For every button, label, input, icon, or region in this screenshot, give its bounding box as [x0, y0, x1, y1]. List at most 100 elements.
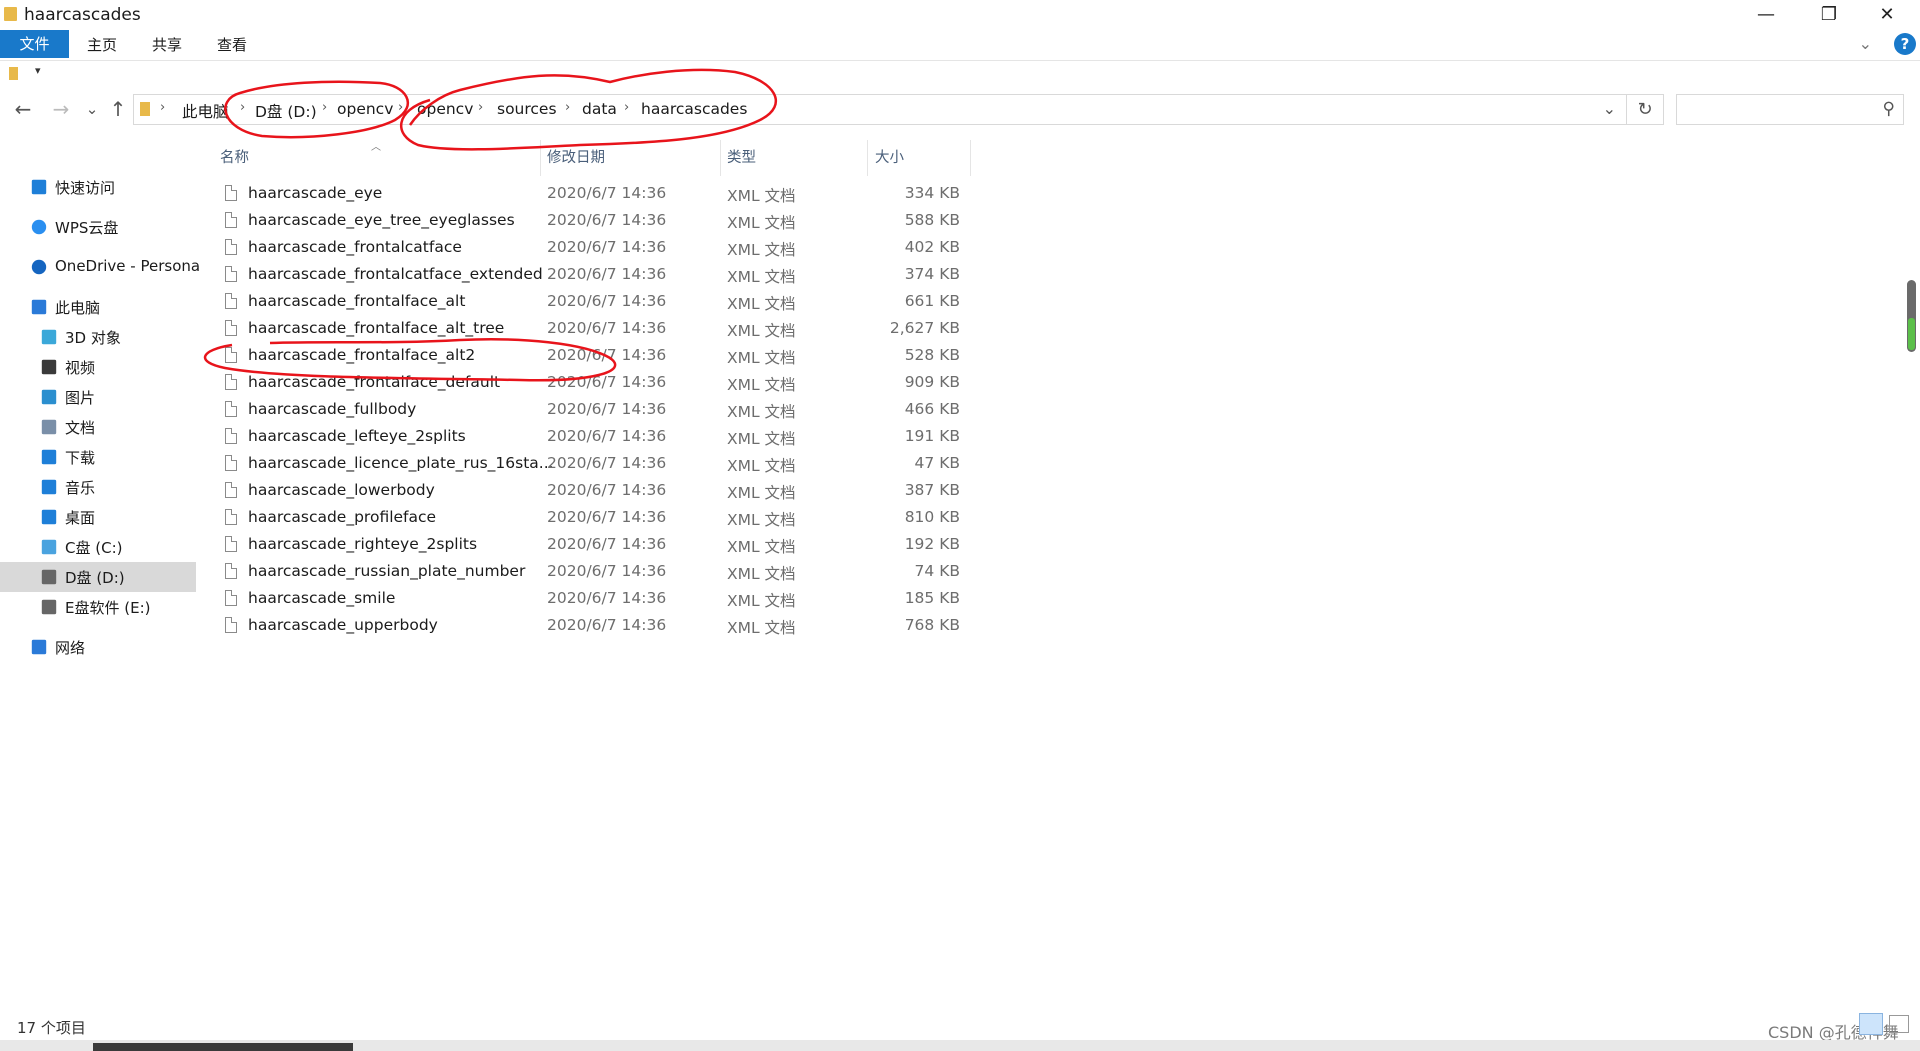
customize-dropdown-icon[interactable]: ▾	[35, 64, 41, 77]
breadcrumb-data[interactable]: data	[582, 100, 617, 118]
breadcrumb-separator[interactable]: ›	[398, 100, 403, 115]
details-view-icon[interactable]	[1859, 1013, 1883, 1035]
column-divider[interactable]	[540, 140, 541, 176]
search-input[interactable]: ⚲	[1676, 94, 1904, 125]
nav-item[interactable]: 图片	[0, 382, 196, 412]
file-type: XML 文档	[727, 349, 796, 367]
file-row[interactable]: haarcascade_righteye_2splits 2020/6/7 14:…	[220, 532, 975, 559]
breadcrumb-haarcascades[interactable]: haarcascades	[641, 100, 747, 118]
nav-item[interactable]: 3D 对象	[0, 322, 196, 352]
file-size: 74 KB	[914, 562, 960, 580]
breadcrumb-separator[interactable]: ›	[478, 100, 483, 115]
nav-item-label: C盘 (C:)	[65, 539, 123, 557]
column-header-type[interactable]: 类型	[727, 146, 756, 167]
tab-share[interactable]: 共享	[152, 30, 182, 58]
nav-item[interactable]: WPS云盘	[0, 212, 196, 242]
file-size: 810 KB	[904, 508, 960, 526]
help-icon[interactable]: ?	[1894, 33, 1916, 55]
sort-ascending-icon: ︿	[371, 142, 381, 153]
file-row[interactable]: haarcascade_russian_plate_number 2020/6/7…	[220, 559, 975, 586]
minimize-button[interactable]: —	[1737, 0, 1795, 30]
chevron-down-icon[interactable]: ⌄	[1603, 99, 1616, 118]
file-row[interactable]: haarcascade_upperbody 2020/6/7 14:36 XML 文…	[220, 613, 975, 640]
file-row[interactable]: haarcascade_eye 2020/6/7 14:36 XML 文档 334 K…	[220, 181, 975, 208]
tab-view[interactable]: 查看	[217, 30, 247, 58]
column-header-size[interactable]: 大小	[875, 146, 904, 167]
nav-item[interactable]: 桌面	[0, 502, 196, 532]
column-header-name[interactable]: 名称	[220, 146, 249, 167]
nav-item[interactable]: 视频	[0, 352, 196, 382]
file-row[interactable]: haarcascade_frontalface_alt 2020/6/7 14:3…	[220, 289, 975, 316]
nav-item[interactable]: 下载	[0, 442, 196, 472]
file-date: 2020/6/7 14:36	[547, 616, 667, 634]
file-row[interactable]: haarcascade_frontalcatface_extended 2020/…	[220, 262, 975, 289]
up-button[interactable]: ↑	[105, 97, 131, 121]
column-header-date[interactable]: 修改日期	[547, 146, 605, 167]
close-button[interactable]: ✕	[1858, 0, 1916, 30]
file-row[interactable]: haarcascade_fullbody 2020/6/7 14:36 XML 文档…	[220, 397, 975, 424]
file-type: XML 文档	[727, 403, 796, 421]
star-icon	[31, 179, 47, 195]
restore-button[interactable]: ❐	[1800, 0, 1858, 30]
file-size: 528 KB	[904, 346, 960, 364]
file-row[interactable]: haarcascade_frontalface_alt2 2020/6/7 14:…	[220, 343, 975, 370]
recent-locations-button[interactable]: ⌄	[79, 100, 105, 118]
file-row[interactable]: haarcascade_licence_plate_rus_16sta... 20…	[220, 451, 975, 478]
file-icon	[225, 347, 237, 363]
nav-item-label: 网络	[55, 639, 86, 657]
file-row[interactable]: haarcascade_frontalcatface 2020/6/7 14:36…	[220, 235, 975, 262]
nav-item[interactable]: E盘软件 (E:)	[0, 592, 196, 622]
file-row[interactable]: haarcascade_smile 2020/6/7 14:36 XML 文档 185…	[220, 586, 975, 613]
file-row[interactable]: haarcascade_eye_tree_eyeglasses 2020/6/7 …	[220, 208, 975, 235]
breadcrumb-separator[interactable]: ›	[160, 100, 165, 115]
nav-item[interactable]: OneDrive - Persona	[0, 252, 200, 282]
file-row[interactable]: haarcascade_frontalface_default 2020/6/7 …	[220, 370, 975, 397]
file-icon	[225, 590, 237, 606]
file-date: 2020/6/7 14:36	[547, 319, 667, 337]
nav-item[interactable]: 网络	[0, 632, 196, 662]
address-bar[interactable]: › 此电脑 › D盘 (D:) › opencv › opencv › sour…	[133, 94, 1627, 125]
column-divider[interactable]	[970, 140, 971, 176]
breadcrumb-separator[interactable]: ›	[565, 100, 570, 115]
breadcrumb-separator[interactable]: ›	[322, 100, 327, 115]
taskbar-active-item[interactable]	[93, 1043, 353, 1051]
breadcrumb-opencv[interactable]: opencv	[337, 100, 393, 118]
file-type: XML 文档	[727, 592, 796, 610]
file-name: haarcascade_lowerbody	[248, 481, 435, 499]
folder-icon[interactable]	[9, 67, 18, 80]
breadcrumb-separator[interactable]: ›	[240, 100, 245, 115]
nav-item[interactable]: 此电脑	[0, 292, 196, 322]
chevron-down-icon[interactable]: ⌄	[1859, 34, 1872, 53]
nav-item[interactable]: 快速访问	[0, 172, 196, 202]
tab-file[interactable]: 文件	[0, 30, 69, 58]
scrollbar-thumb[interactable]	[1908, 318, 1915, 350]
file-row[interactable]: haarcascade_profileface 2020/6/7 14:36 XML…	[220, 505, 975, 532]
title-bar: haarcascades — ❐ ✕	[0, 0, 1920, 30]
breadcrumb-sources[interactable]: sources	[497, 100, 557, 118]
file-row[interactable]: haarcascade_lefteye_2splits 2020/6/7 14:3…	[220, 424, 975, 451]
large-icons-view-icon[interactable]	[1889, 1015, 1909, 1033]
file-name: haarcascade_smile	[248, 589, 396, 607]
file-date: 2020/6/7 14:36	[547, 535, 667, 553]
column-divider[interactable]	[867, 140, 868, 176]
breadcrumb-opencv-inner[interactable]: opencv	[417, 100, 473, 118]
file-type: XML 文档	[727, 619, 796, 637]
refresh-button[interactable]: ↻	[1627, 94, 1664, 125]
back-button[interactable]: ←	[10, 97, 36, 121]
nav-item[interactable]: C盘 (C:)	[0, 532, 196, 562]
breadcrumb-d-drive[interactable]: D盘 (D:)	[255, 100, 317, 122]
file-row[interactable]: haarcascade_frontalface_alt_tree 2020/6/7…	[220, 316, 975, 343]
nav-item[interactable]: 文档	[0, 412, 196, 442]
ribbon-tabs: 文件 主页 共享 查看 ⌄ ?	[0, 30, 1920, 61]
tab-home[interactable]: 主页	[87, 30, 117, 58]
nav-item[interactable]: 音乐	[0, 472, 196, 502]
column-divider[interactable]	[720, 140, 721, 176]
file-name: haarcascade_frontalface_alt_tree	[248, 319, 505, 337]
file-row[interactable]: haarcascade_lowerbody 2020/6/7 14:36 XML 文…	[220, 478, 975, 505]
nav-item[interactable]: D盘 (D:)	[0, 562, 196, 592]
breadcrumb-this-pc[interactable]: 此电脑	[182, 100, 229, 122]
nav-item-label: 文档	[65, 419, 96, 437]
forward-button[interactable]: →	[48, 97, 74, 121]
breadcrumb-separator[interactable]: ›	[624, 100, 629, 115]
search-icon[interactable]: ⚲	[1883, 99, 1895, 119]
